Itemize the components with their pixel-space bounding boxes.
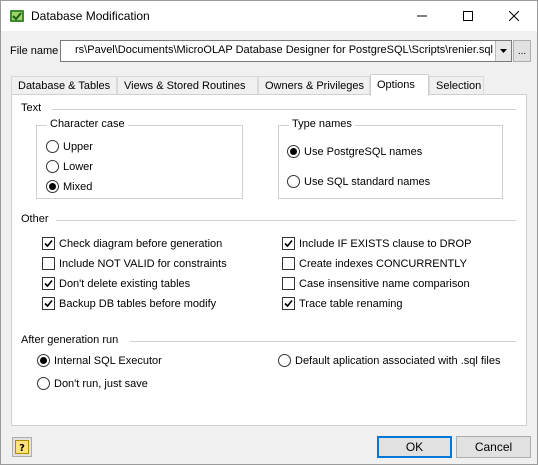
upper-label: Upper	[63, 140, 93, 153]
checkbox-indicator[interactable]	[282, 257, 295, 270]
dont-run-just-save-label: Don't run, just save	[54, 377, 148, 390]
radio-indicator[interactable]	[287, 175, 300, 188]
include-if-exists-label: Include IF EXISTS clause to DROP	[299, 237, 472, 250]
other-section-divider	[56, 220, 516, 221]
use-postgresql-names-label: Use PostgreSQL names	[304, 145, 423, 158]
help-glyph: ?	[19, 443, 25, 454]
radio-indicator[interactable]	[46, 180, 59, 193]
chevron-down-icon	[500, 49, 507, 53]
window-title: Database Modification	[31, 9, 150, 23]
default-application-label: Default aplication associated with .sql …	[295, 354, 501, 367]
help-icon: ?	[15, 440, 29, 454]
after-generation-divider	[130, 341, 516, 342]
use-postgresql-names-radio[interactable]: Use PostgreSQL names	[287, 145, 422, 158]
default-application-radio[interactable]: Default aplication associated with .sql …	[278, 354, 500, 367]
use-sql-standard-names-radio[interactable]: Use SQL standard names	[287, 175, 430, 188]
file-name-combo[interactable]: rs\Pavel\Documents\MicroOLAP Database De…	[60, 40, 512, 62]
minimize-button[interactable]	[399, 1, 445, 31]
trace-table-renaming-label: Trace table renaming	[299, 297, 403, 310]
dropdown-button[interactable]	[495, 41, 511, 61]
include-not-valid-checkbox[interactable]: Include NOT VALID for constraints	[42, 257, 227, 270]
use-sql-standard-names-label: Use SQL standard names	[304, 175, 431, 188]
dont-delete-tables-checkbox[interactable]: Don't delete existing tables	[42, 277, 190, 290]
title-bar: Database Modification	[1, 1, 537, 31]
type-names-title: Type names	[289, 118, 355, 130]
cancel-button[interactable]: Cancel	[456, 436, 531, 458]
create-indexes-concurrently-checkbox[interactable]: Create indexes CONCURRENTLY	[282, 257, 467, 270]
tab-database-tables[interactable]: Database & Tables	[11, 76, 117, 95]
checkbox-indicator[interactable]	[42, 297, 55, 310]
mixed-label: Mixed	[63, 180, 93, 193]
checkmark-icon	[284, 239, 293, 248]
checkmark-icon	[44, 239, 53, 248]
backup-db-tables-label: Backup DB tables before modify	[59, 297, 217, 310]
minimize-icon	[417, 15, 427, 17]
create-indexes-concurrently-label: Create indexes CONCURRENTLY	[299, 257, 467, 270]
upper-radio[interactable]: Upper	[46, 140, 93, 153]
radio-indicator[interactable]	[37, 354, 50, 367]
character-case-title: Character case	[47, 118, 128, 130]
lower-label: Lower	[63, 160, 93, 173]
internal-sql-executor-radio[interactable]: Internal SQL Executor	[37, 354, 162, 367]
include-if-exists-checkbox[interactable]: Include IF EXISTS clause to DROP	[282, 237, 471, 250]
radio-indicator[interactable]	[46, 140, 59, 153]
lower-radio[interactable]: Lower	[46, 160, 93, 173]
maximize-icon	[463, 11, 473, 21]
close-icon	[509, 11, 519, 21]
other-section-label: Other	[21, 213, 49, 225]
checkbox-indicator[interactable]	[42, 257, 55, 270]
database-modification-dialog: Database Modification File name rs\Pavel…	[0, 0, 538, 465]
browse-button[interactable]: ...	[513, 40, 531, 62]
radio-indicator[interactable]	[287, 145, 300, 158]
checkmark-icon	[44, 279, 53, 288]
check-diagram-label: Check diagram before generation	[59, 237, 223, 250]
after-generation-section-label: After generation run	[21, 334, 119, 346]
tab-owners-privileges[interactable]: Owners & Privileges	[258, 76, 370, 95]
text-section-label: Text	[21, 102, 42, 114]
close-button[interactable]	[491, 1, 537, 31]
checkmark-icon	[44, 299, 53, 308]
backup-db-tables-checkbox[interactable]: Backup DB tables before modify	[42, 297, 216, 310]
text-section-divider	[52, 109, 516, 110]
help-button[interactable]: ?	[12, 437, 32, 457]
checkbox-indicator[interactable]	[282, 277, 295, 290]
button-bar: ? OK Cancel	[1, 426, 537, 464]
case-insensitive-checkbox[interactable]: Case insensitive name comparison	[282, 277, 470, 290]
trace-table-renaming-checkbox[interactable]: Trace table renaming	[282, 297, 403, 310]
checkbox-indicator[interactable]	[42, 277, 55, 290]
internal-sql-executor-label: Internal SQL Executor	[54, 354, 162, 367]
maximize-button[interactable]	[445, 1, 491, 31]
checkbox-indicator[interactable]	[282, 297, 295, 310]
case-insensitive-label: Case insensitive name comparison	[299, 277, 470, 290]
check-diagram-checkbox[interactable]: Check diagram before generation	[42, 237, 222, 250]
character-case-group: Character case Upper Lower Mixed	[36, 118, 243, 199]
checkmark-icon	[284, 299, 293, 308]
tab-selection[interactable]: Selection	[429, 76, 484, 95]
ok-button[interactable]: OK	[377, 436, 452, 458]
mixed-radio[interactable]: Mixed	[46, 180, 92, 193]
type-names-group: Type names Use PostgreSQL names Use SQL …	[278, 118, 503, 199]
file-name-label: File name	[10, 45, 59, 57]
checkbox-indicator[interactable]	[282, 237, 295, 250]
app-icon	[10, 10, 24, 22]
file-name-value[interactable]: rs\Pavel\Documents\MicroOLAP Database De…	[75, 44, 493, 56]
options-panel: Text Character case Upper Lower Mixed Ty…	[11, 94, 527, 426]
radio-indicator[interactable]	[278, 354, 291, 367]
include-not-valid-label: Include NOT VALID for constraints	[59, 257, 227, 270]
dont-run-just-save-radio[interactable]: Don't run, just save	[37, 377, 148, 390]
tab-options[interactable]: Options	[370, 74, 429, 96]
radio-indicator[interactable]	[46, 160, 59, 173]
tab-views-stored-routines[interactable]: Views & Stored Routines	[117, 76, 258, 95]
checkbox-indicator[interactable]	[42, 237, 55, 250]
radio-indicator[interactable]	[37, 377, 50, 390]
dont-delete-tables-label: Don't delete existing tables	[59, 277, 191, 290]
